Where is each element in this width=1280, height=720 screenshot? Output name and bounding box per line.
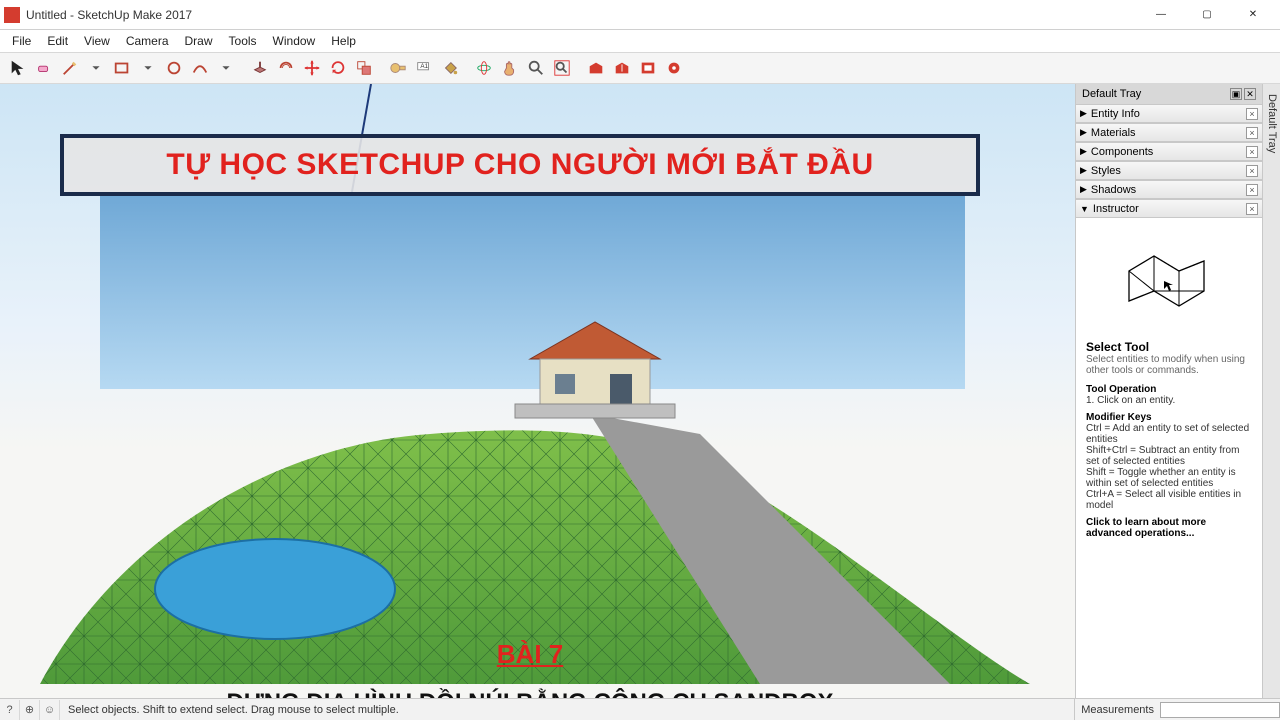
caret-right-icon: ▶	[1080, 127, 1087, 138]
tutorial-title: TỰ HỌC SKETCHUP CHO NGƯỜI MỚI BẮT ĐẦU	[166, 148, 873, 182]
caret-right-icon: ▶	[1080, 184, 1087, 195]
panel-label: Components	[1091, 146, 1153, 158]
tutorial-title-box: TỰ HỌC SKETCHUP CHO NGƯỜI MỚI BẮT ĐẦU	[60, 134, 980, 196]
menu-draw[interactable]: Draw	[177, 32, 221, 50]
panel-label: Entity Info	[1091, 108, 1140, 120]
orbit-tool-icon[interactable]	[472, 56, 496, 80]
tray-side-tab[interactable]: Default Tray	[1262, 84, 1280, 698]
instructor-panel: Select Tool Select entities to modify wh…	[1076, 218, 1262, 698]
rotate-tool-icon[interactable]	[326, 56, 350, 80]
instructor-tool-desc: Select entities to modify when using oth…	[1086, 354, 1252, 376]
line-tool-icon[interactable]	[58, 56, 82, 80]
modkey-line: Shift = Toggle whether an entity is with…	[1086, 467, 1236, 489]
paint-bucket-tool-icon[interactable]	[438, 56, 462, 80]
panel-close-icon[interactable]: ×	[1246, 146, 1258, 158]
measurements-input[interactable]	[1160, 702, 1280, 718]
select-tool-icon[interactable]	[6, 56, 30, 80]
panel-instructor[interactable]: ▼ Instructor ×	[1076, 199, 1262, 218]
menu-window[interactable]: Window	[265, 32, 324, 50]
arc-dropdown-icon[interactable]	[214, 56, 238, 80]
operation-heading: Tool Operation	[1086, 384, 1156, 395]
panel-close-icon[interactable]: ×	[1246, 127, 1258, 139]
move-tool-icon[interactable]	[300, 56, 324, 80]
3d-warehouse-icon[interactable]	[584, 56, 608, 80]
operation-step: 1. Click on an entity.	[1086, 395, 1175, 406]
pushpull-tool-icon[interactable]	[248, 56, 272, 80]
rectangle-tool-icon[interactable]	[110, 56, 134, 80]
house-model	[510, 314, 680, 419]
menu-tools[interactable]: Tools	[221, 32, 265, 50]
menu-view[interactable]: View	[76, 32, 118, 50]
modkey-line: Shift+Ctrl = Subtract an entity from set…	[1086, 445, 1239, 467]
circle-tool-icon[interactable]	[162, 56, 186, 80]
panel-close-icon[interactable]: ×	[1246, 203, 1258, 215]
menu-help[interactable]: Help	[323, 32, 364, 50]
text-tool-icon[interactable]: A1	[412, 56, 436, 80]
tray-pin-icon[interactable]: ▣	[1230, 88, 1242, 100]
panel-materials[interactable]: ▶ Materials ×	[1076, 123, 1262, 142]
tape-measure-tool-icon[interactable]	[386, 56, 410, 80]
extension-manager-icon[interactable]	[662, 56, 686, 80]
caret-right-icon: ▶	[1080, 146, 1087, 157]
app-icon	[4, 7, 20, 23]
offset-tool-icon[interactable]	[274, 56, 298, 80]
zoom-tool-icon[interactable]	[524, 56, 548, 80]
svg-text:A1: A1	[420, 63, 428, 70]
instructor-illustration	[1086, 226, 1252, 336]
status-bar: ? ⊕ ☺ Select objects. Shift to extend se…	[0, 698, 1280, 720]
caret-right-icon: ▶	[1080, 108, 1087, 119]
zoom-extents-tool-icon[interactable]	[550, 56, 574, 80]
panel-label: Styles	[1091, 165, 1121, 177]
status-hint: Select objects. Shift to extend select. …	[60, 704, 1074, 716]
shape-dropdown-icon[interactable]	[136, 56, 160, 80]
panel-styles[interactable]: ▶ Styles ×	[1076, 161, 1262, 180]
modkey-line: Ctrl+A = Select all visible entities in …	[1086, 489, 1241, 511]
extension-warehouse-icon[interactable]	[636, 56, 660, 80]
window-controls: — ▢ ✕	[1138, 0, 1276, 30]
geolocation-icon[interactable]: ⊕	[20, 700, 40, 720]
window-titlebar: Untitled - SketchUp Make 2017 — ▢ ✕	[0, 0, 1280, 30]
main-toolbar: A1	[0, 52, 1280, 84]
panel-components[interactable]: ▶ Components ×	[1076, 142, 1262, 161]
menu-edit[interactable]: Edit	[39, 32, 76, 50]
menu-camera[interactable]: Camera	[118, 32, 177, 50]
modkey-line: Ctrl = Add an entity to set of selected …	[1086, 423, 1249, 445]
measurements-label: Measurements	[1075, 704, 1160, 716]
window-maximize-button[interactable]: ▢	[1184, 0, 1230, 30]
lesson-subtitle: DỰNG ĐỊA HÌNH ĐỒI NÚI BẰNG CÔNG CỤ SANDB…	[0, 689, 1060, 698]
tray-title-label: Default Tray	[1082, 88, 1141, 100]
instructor-tool-name: Select Tool	[1086, 340, 1252, 354]
window-close-button[interactable]: ✕	[1230, 0, 1276, 30]
panel-label: Materials	[1091, 127, 1136, 139]
pan-tool-icon[interactable]	[498, 56, 522, 80]
lesson-number: BÀI 7	[0, 639, 1060, 670]
panel-close-icon[interactable]: ×	[1246, 165, 1258, 177]
modkeys-heading: Modifier Keys	[1086, 412, 1152, 423]
menu-file[interactable]: File	[4, 32, 39, 50]
panel-close-icon[interactable]: ×	[1246, 184, 1258, 196]
tray-close-icon[interactable]: ✕	[1244, 88, 1256, 100]
panel-entity-info[interactable]: ▶ Entity Info ×	[1076, 104, 1262, 123]
eraser-tool-icon[interactable]	[32, 56, 56, 80]
help-icon[interactable]: ?	[0, 700, 20, 720]
arc-tool-icon[interactable]	[188, 56, 212, 80]
window-minimize-button[interactable]: —	[1138, 0, 1184, 30]
panel-label: Shadows	[1091, 184, 1136, 196]
person-icon[interactable]: ☺	[40, 700, 60, 720]
panel-close-icon[interactable]: ×	[1246, 108, 1258, 120]
caret-right-icon: ▶	[1080, 165, 1087, 176]
3d-viewport[interactable]: TỰ HỌC SKETCHUP CHO NGƯỜI MỚI BẮT ĐẦU BÀ…	[0, 84, 1076, 698]
share-model-icon[interactable]	[610, 56, 634, 80]
line-dropdown-icon[interactable]	[84, 56, 108, 80]
tray-titlebar[interactable]: Default Tray ▣ ✕	[1076, 84, 1262, 104]
panel-label: Instructor	[1093, 203, 1139, 215]
default-tray: Default Tray ▣ ✕ ▶ Entity Info × ▶ Material…	[1076, 84, 1262, 698]
instructor-more-link[interactable]: Click to learn about more advanced opera…	[1086, 517, 1206, 539]
menu-bar: File Edit View Camera Draw Tools Window …	[0, 30, 1280, 52]
window-title: Untitled - SketchUp Make 2017	[26, 8, 1138, 22]
caret-down-icon: ▼	[1080, 204, 1089, 214]
panel-shadows[interactable]: ▶ Shadows ×	[1076, 180, 1262, 199]
scale-tool-icon[interactable]	[352, 56, 376, 80]
